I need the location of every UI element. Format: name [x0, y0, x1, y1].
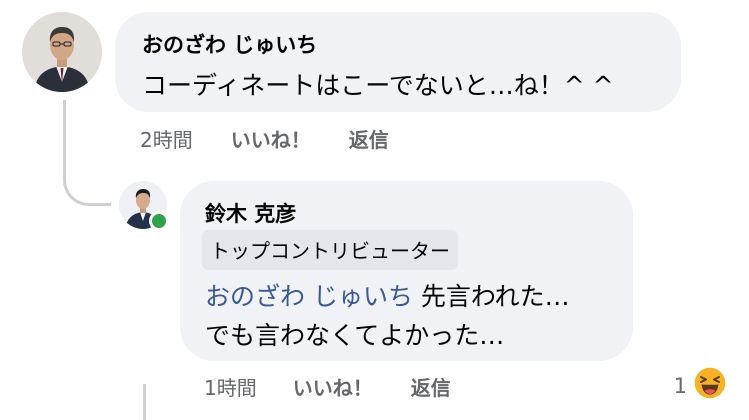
reply-text: でも言わなくてよかった…	[205, 321, 505, 350]
avatar[interactable]	[119, 181, 169, 231]
reply-actions: 1時間 いいね！ 返信	[204, 372, 451, 401]
reply-bubble: 鈴木 克彦 トップコントリビューター おのざわ じゅいち 先言われた… でも言わ…	[180, 181, 633, 361]
comment-text: コーディネートはこーでないと…ね！^ ^	[142, 71, 614, 100]
comment-actions: 2時間 いいね！ 返信	[140, 124, 389, 153]
thread-line	[143, 384, 146, 420]
reply-text: 先言われた…	[412, 282, 570, 311]
like-button[interactable]: いいね！	[293, 372, 373, 401]
comment-bubble: おのざわ じゅいち コーディネートはこーでないと…ね！^ ^	[115, 12, 681, 112]
comment-timestamp[interactable]: 2時間	[140, 124, 193, 153]
comment-thread: おのざわ じゅいち コーディネートはこーでないと…ね！^ ^ 2時間 いいね！ …	[0, 0, 749, 420]
like-button[interactable]: いいね！	[231, 124, 311, 153]
top-contributor-badge: トップコントリビューター	[202, 230, 458, 270]
avatar[interactable]	[22, 12, 102, 92]
reply-text-line: おのざわ じゅいち 先言われた…	[205, 277, 570, 313]
thread-connector-curve	[63, 150, 111, 206]
reaction-summary[interactable]: 1	[674, 366, 727, 405]
reply-button[interactable]: 返信	[411, 372, 451, 401]
reply-button[interactable]: 返信	[349, 124, 389, 153]
reply-author[interactable]: 鈴木 克彦	[205, 198, 296, 228]
reaction-count: 1	[673, 373, 687, 398]
reply-timestamp[interactable]: 1時間	[204, 372, 257, 401]
comment-author[interactable]: おのざわ じゅいち	[142, 29, 317, 59]
haha-emoji-icon	[693, 366, 727, 405]
mention-link[interactable]: おのざわ じゅいち	[205, 282, 413, 311]
online-status-indicator	[149, 211, 169, 231]
